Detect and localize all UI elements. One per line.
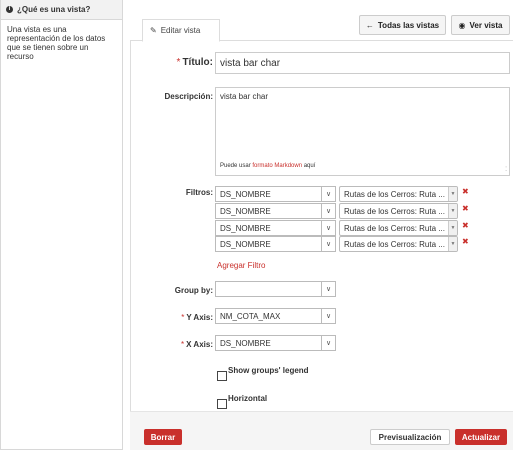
filter-value-text: Rutas de los Cerros: Ruta ... — [344, 206, 445, 216]
tab-edit-view-label: Editar vista — [160, 26, 201, 35]
form-footer: Borrar Previsualización Actualizar — [130, 411, 513, 450]
edit-form: * Título: vista bar char Descripción: vis… — [130, 41, 513, 411]
add-filter-link[interactable]: Agregar Filtro — [217, 261, 265, 270]
info-panel: i ¿Qué es una vista? Una vista es una re… — [0, 0, 123, 450]
filter-field-value: DS_NOMBRE — [220, 239, 271, 249]
select-arrow-icon: ▼ — [448, 237, 457, 251]
filter-field-select[interactable]: DS_NOMBRE ∨ — [215, 203, 336, 219]
markdown-hint: Puede usar formato Markdown aquí — [220, 163, 315, 169]
filter-field-select[interactable]: DS_NOMBRE ∨ — [215, 236, 336, 252]
filter-value-text: Rutas de los Cerros: Ruta ... — [344, 239, 445, 249]
select-arrow-icon: ▼ — [448, 187, 457, 201]
remove-filter-icon[interactable]: ✖ — [462, 204, 469, 213]
delete-button[interactable]: Borrar — [144, 429, 182, 445]
preview-button[interactable]: Previsualización — [370, 429, 450, 445]
all-views-label: Todas las vistas — [377, 20, 440, 30]
show-legend-label: Show groups' legend — [228, 366, 309, 375]
filter-value-select[interactable]: Rutas de los Cerros: Ruta ... ▼ — [339, 220, 458, 236]
show-legend-checkbox[interactable] — [217, 371, 227, 381]
remove-filter-icon[interactable]: ✖ — [462, 221, 469, 230]
description-label: Descripción: — [164, 92, 213, 101]
view-label: Ver vista — [469, 20, 503, 30]
eye-icon: ◉ — [458, 20, 466, 30]
filters-label: Filtros: — [185, 188, 213, 197]
resize-handle-icon[interactable]: ⁚ — [505, 166, 507, 173]
title-label: * Título: — [176, 57, 213, 68]
view-button[interactable]: ◉ Ver vista — [451, 15, 510, 35]
chevron-down-icon: ∨ — [321, 282, 335, 296]
chevron-down-icon: ∨ — [321, 204, 335, 218]
select-arrow-icon: ▼ — [448, 204, 457, 218]
filter-field-value: DS_NOMBRE — [220, 206, 271, 216]
filter-value-text: Rutas de los Cerros: Ruta ... — [344, 189, 445, 199]
horizontal-checkbox[interactable] — [217, 399, 227, 409]
filter-value-text: Rutas de los Cerros: Ruta ... — [344, 223, 445, 233]
all-views-button[interactable]: ← Todas las vistas — [359, 15, 446, 35]
chevron-down-icon: ∨ — [321, 336, 335, 350]
title-input[interactable]: vista bar char — [215, 52, 510, 74]
info-title: ¿Qué es una vista? — [17, 5, 91, 14]
main-panel: ✎ Editar vista ← Todas las vistas ◉ Ver … — [130, 0, 513, 450]
x-axis-label: * X Axis: — [181, 340, 213, 349]
info-circle-icon: i — [6, 6, 13, 13]
chevron-down-icon: ∨ — [321, 237, 335, 251]
chevron-down-icon: ∨ — [321, 221, 335, 235]
y-axis-value: NM_COTA_MAX — [220, 311, 281, 321]
x-axis-label-text: X Axis: — [186, 340, 213, 349]
x-axis-value: DS_NOMBRE — [220, 338, 271, 348]
title-label-text: Título: — [182, 57, 213, 68]
filter-field-value: DS_NOMBRE — [220, 189, 271, 199]
filter-field-value: DS_NOMBRE — [220, 223, 271, 233]
chevron-down-icon: ∨ — [321, 187, 335, 201]
horizontal-label: Horizontal — [228, 394, 268, 403]
y-axis-select[interactable]: NM_COTA_MAX ∨ — [215, 308, 336, 324]
remove-filter-icon[interactable]: ✖ — [462, 237, 469, 246]
select-arrow-icon: ▼ — [448, 221, 457, 235]
remove-filter-icon[interactable]: ✖ — [462, 187, 469, 196]
group-by-select[interactable]: ∨ — [215, 281, 336, 297]
tab-bar: ✎ Editar vista ← Todas las vistas ◉ Ver … — [130, 0, 513, 42]
y-axis-label-text: Y Axis: — [186, 313, 213, 322]
filter-field-select[interactable]: DS_NOMBRE ∨ — [215, 220, 336, 236]
info-header: i ¿Qué es una vista? — [1, 0, 122, 20]
group-by-label: Group by: — [174, 286, 213, 295]
filter-value-select[interactable]: Rutas de los Cerros: Ruta ... ▼ — [339, 236, 458, 252]
filter-value-select[interactable]: Rutas de los Cerros: Ruta ... ▼ — [339, 203, 458, 219]
markdown-hint-pre: Puede usar — [220, 163, 253, 169]
filter-value-select[interactable]: Rutas de los Cerros: Ruta ... ▼ — [339, 186, 458, 202]
description-textarea[interactable]: vista bar char Puede usar formato Markdo… — [215, 87, 510, 176]
pencil-icon: ✎ — [150, 26, 157, 35]
filter-field-select[interactable]: DS_NOMBRE ∨ — [215, 186, 336, 202]
description-value: vista bar char — [220, 92, 269, 101]
tab-edit-view[interactable]: ✎ Editar vista — [142, 19, 220, 42]
y-axis-label: * Y Axis: — [181, 313, 213, 322]
info-body: Una vista es una representación de los d… — [7, 25, 106, 61]
arrow-left-icon: ← — [365, 20, 374, 30]
x-axis-select[interactable]: DS_NOMBRE ∨ — [215, 335, 336, 351]
update-button[interactable]: Actualizar — [455, 429, 507, 445]
chevron-down-icon: ∨ — [321, 309, 335, 323]
markdown-hint-post: aquí — [302, 163, 316, 169]
markdown-link[interactable]: formato Markdown — [252, 163, 302, 169]
